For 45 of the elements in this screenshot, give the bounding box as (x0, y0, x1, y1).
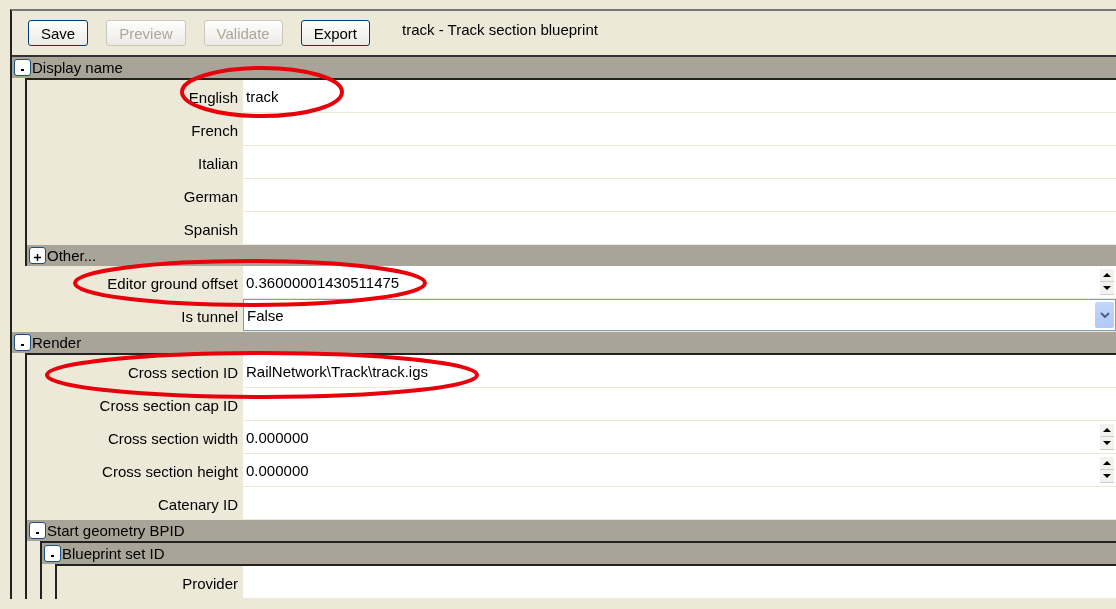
input-field[interactable] (243, 146, 1116, 178)
up-arrow-icon (1103, 273, 1111, 277)
input-field[interactable]: RailNetwork\Track\track.igs (243, 355, 1116, 387)
section-title: Blueprint set ID (62, 545, 165, 562)
input-field[interactable]: 0.000000 (243, 454, 1116, 486)
spin-down-button[interactable] (1100, 470, 1114, 483)
spin-down-button[interactable] (1100, 437, 1114, 450)
toggle-button[interactable] (44, 545, 61, 562)
toggle-button[interactable] (29, 522, 46, 539)
input-field[interactable]: 0.000000 (243, 421, 1116, 453)
input-field[interactable]: track (243, 80, 1116, 112)
spin-up-button[interactable] (1100, 457, 1114, 470)
input-field[interactable]: 0.36000001430511475 (243, 266, 1116, 298)
input-field[interactable] (243, 179, 1116, 211)
toolbar-button[interactable]: Export (300, 20, 370, 46)
dropdown-button[interactable] (1095, 302, 1114, 328)
minus-icon (35, 531, 40, 535)
toggle-button[interactable] (29, 247, 46, 264)
minus-icon (50, 554, 55, 558)
down-arrow-icon (1103, 474, 1111, 478)
dropdown[interactable]: False (243, 299, 1116, 331)
up-arrow-icon (1103, 461, 1111, 465)
input-field[interactable] (243, 566, 1116, 598)
window-title: track - Track section blueprint (402, 20, 598, 38)
toggle-button[interactable] (14, 59, 31, 76)
toolbar-button[interactable]: Save (28, 20, 89, 46)
down-arrow-icon (1103, 441, 1111, 445)
input-field[interactable] (243, 113, 1116, 145)
section-title: Other... (47, 247, 97, 264)
spin-down-button[interactable] (1100, 282, 1114, 295)
section-title: Start geometry BPID (47, 522, 185, 539)
input-field[interactable] (243, 487, 1116, 519)
spin-up-button[interactable] (1100, 424, 1114, 437)
down-arrow-icon (1103, 286, 1111, 290)
up-arrow-icon (1103, 428, 1111, 432)
section-title: Render (32, 334, 82, 351)
input-field[interactable] (243, 212, 1116, 244)
section-title: Display name (32, 59, 123, 76)
minus-icon (20, 343, 25, 347)
chevron-down-icon (1099, 312, 1110, 318)
minus-icon (20, 68, 25, 72)
plus-icon (34, 254, 41, 261)
spin-up-button[interactable] (1100, 269, 1114, 282)
input-field[interactable] (243, 388, 1116, 420)
toggle-button[interactable] (14, 334, 31, 351)
